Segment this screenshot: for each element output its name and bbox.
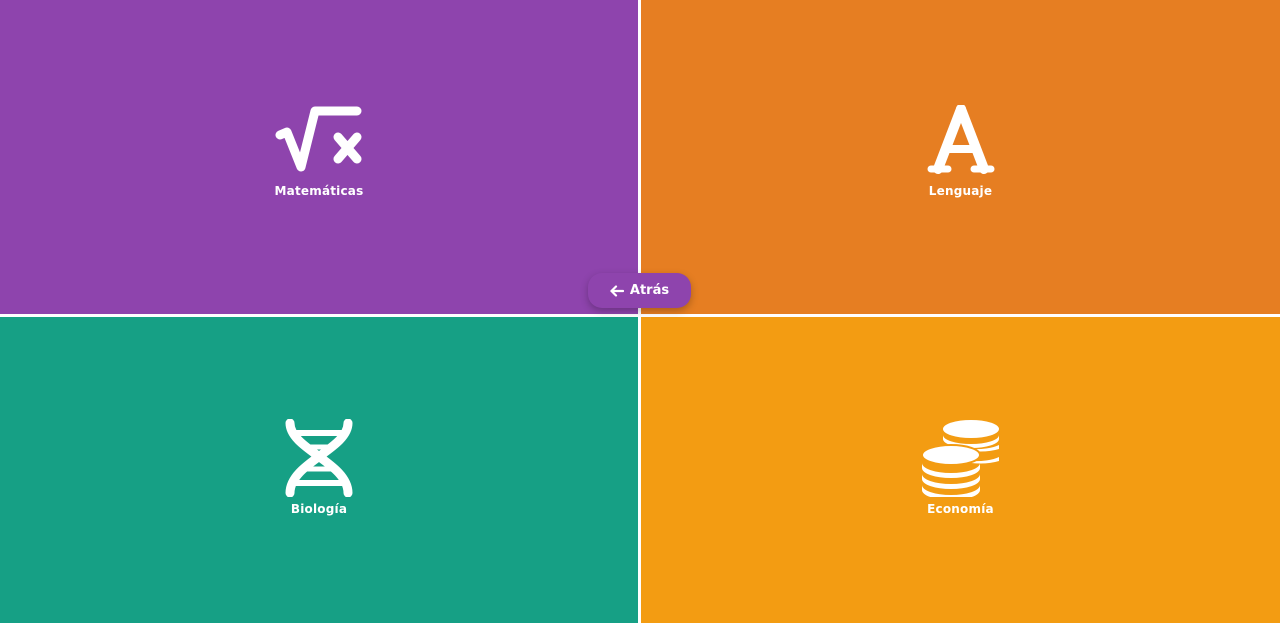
tile-content: Economía	[916, 420, 1006, 516]
arrow-left-icon	[610, 284, 624, 297]
tile-content: Lenguaje	[916, 102, 1006, 198]
tile-biologia[interactable]: Biología	[0, 317, 638, 623]
tile-label-economia: Economía	[927, 502, 994, 516]
tile-label-lenguaje: Lenguaje	[928, 184, 993, 198]
tile-matematicas[interactable]: Matemáticas	[0, 0, 638, 314]
tile-economia[interactable]: Economía	[641, 317, 1280, 623]
dna-icon	[274, 419, 364, 497]
tile-label-biologia: Biología	[290, 502, 348, 516]
tile-content: Matemáticas	[274, 102, 364, 198]
back-button[interactable]: Atrás	[588, 273, 691, 308]
square-root-x-icon	[274, 102, 364, 178]
subject-grid: Matemáticas Lenguaje Biología Economía	[0, 0, 1280, 623]
coins-icon	[916, 420, 1006, 497]
tile-lenguaje[interactable]: Lenguaje	[641, 0, 1280, 314]
tile-content: Biología	[274, 419, 364, 516]
back-button-label: Atrás	[629, 283, 670, 298]
tile-label-matematicas: Matemáticas	[274, 184, 364, 198]
letter-a-icon	[916, 102, 1006, 178]
